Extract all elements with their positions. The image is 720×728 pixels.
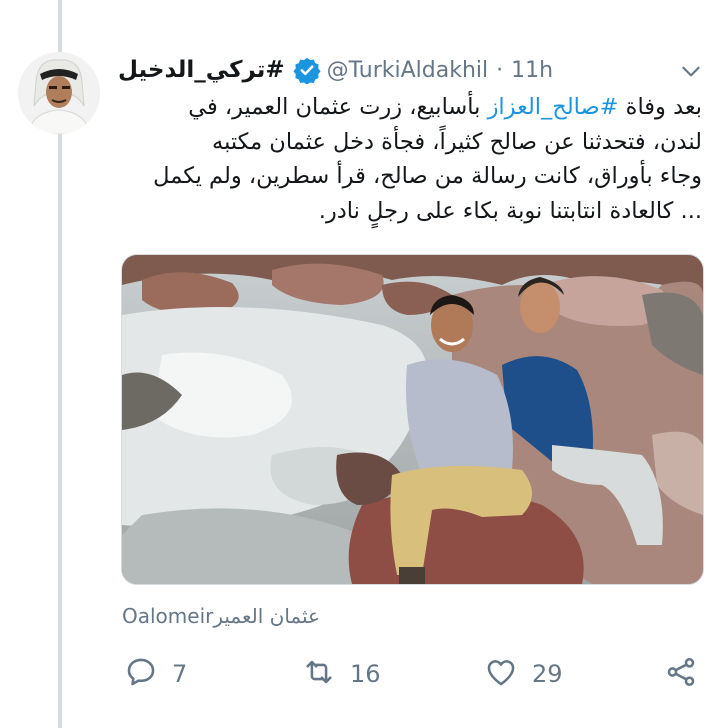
verified-badge-icon xyxy=(293,56,321,85)
tweet-text-line: لندن، فتحدثنا عن صالح كثيراً، فجأة دخل ع… xyxy=(212,128,702,155)
hashtag-link[interactable]: #صالح_العزاز xyxy=(488,94,619,120)
tagged-users[interactable]: Oalomeir عثمان العمير xyxy=(122,604,320,628)
tweet-photo[interactable] xyxy=(121,254,704,585)
timestamp[interactable]: 11h xyxy=(511,58,553,83)
retweet-icon xyxy=(302,655,336,693)
tweet-actions: 7 16 29 xyxy=(118,652,708,696)
retweet-button[interactable]: 16 xyxy=(302,652,381,696)
heart-icon xyxy=(484,655,518,693)
share-button[interactable] xyxy=(664,652,698,696)
tweet-header: #تركي_الدخيل @TurkiAldakhil · 11h xyxy=(118,52,708,88)
tweet-text-line: وجاء بأوراق، كانت رسالة من صالح، قرأ سطر… xyxy=(153,163,702,189)
reply-count: 7 xyxy=(172,660,188,688)
tweet-text-segment: بعد وفاة xyxy=(618,94,702,120)
tagged-user-handle[interactable]: Oalomeir xyxy=(122,604,213,628)
tweet-text-segment: بأسابيع، زرت عثمان العمير، في xyxy=(188,94,488,120)
user-handle[interactable]: @TurkiAldakhil xyxy=(327,58,488,83)
chevron-down-icon[interactable] xyxy=(678,58,704,84)
like-count: 29 xyxy=(532,660,563,688)
tweet-text: بعد وفاة #صالح_العزاز بأسابيع، زرت عثمان… xyxy=(118,90,702,228)
reply-button[interactable]: 7 xyxy=(124,652,187,696)
tagged-user-name[interactable]: عثمان العمير xyxy=(213,604,320,628)
avatar[interactable] xyxy=(18,52,100,134)
reply-icon xyxy=(124,655,158,693)
like-button[interactable]: 29 xyxy=(484,652,563,696)
tweet-text-line: ... كالعادة انتابتنا نوبة بكاء على رجلٍ … xyxy=(318,197,702,224)
share-icon xyxy=(664,655,698,693)
tweet-text-line: بعد وفاة #صالح_العزاز بأسابيع، زرت عثمان… xyxy=(118,90,702,125)
separator-dot: · xyxy=(496,57,504,83)
display-name[interactable]: #تركي_الدخيل xyxy=(118,57,285,83)
retweet-count: 16 xyxy=(350,660,381,688)
